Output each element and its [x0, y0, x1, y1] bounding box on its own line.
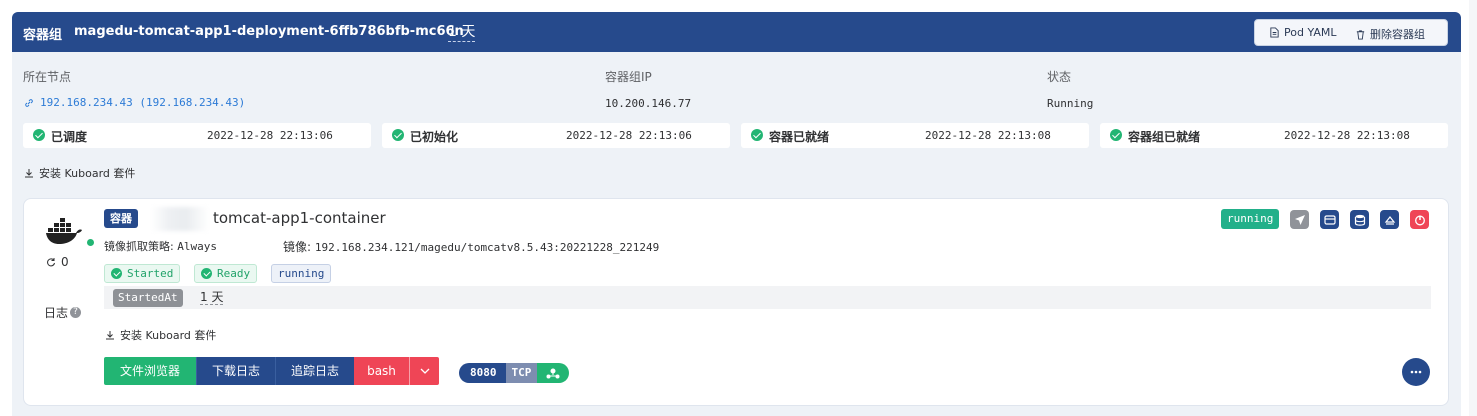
pod-name: magedu-tomcat-app1-deployment-6ffb786bfb… — [74, 24, 464, 39]
more-icon — [1410, 370, 1422, 374]
refresh-icon — [47, 258, 55, 267]
container-name: tomcat-app1-container — [213, 209, 386, 227]
install-kuboard-link[interactable]: 安装 Kuboard 套件 — [24, 165, 135, 181]
image-value: 192.168.234.121/magedu/tomcatv8.5.43:202… — [314, 241, 660, 254]
condition-name: 已初始化 — [410, 130, 459, 144]
node-link[interactable]: 192.168.234.43 (192.168.234.43) — [24, 96, 245, 109]
header-actions: Pod YAML 删除容器组 — [1254, 19, 1448, 46]
check-circle-icon — [33, 129, 45, 141]
port-map-button[interactable] — [537, 363, 570, 383]
port-badge: 8080 TCP — [459, 363, 570, 383]
pod-yaml-label: Pod YAML — [1284, 26, 1337, 39]
state-detail-row: StartedAt 1 天 — [104, 286, 1431, 309]
send-icon — [1294, 214, 1305, 225]
condition-scheduled: 已调度 2022-12-28 22:13:06 — [23, 123, 371, 148]
terminal-icon — [1323, 214, 1336, 225]
port-protocol: TCP — [505, 363, 538, 383]
mounts-button[interactable] — [1380, 210, 1399, 229]
check-circle-icon — [1110, 129, 1122, 141]
network-icon — [546, 368, 560, 378]
stop-container-button[interactable] — [1410, 210, 1429, 229]
condition-time: 2022-12-28 22:13:08 — [925, 129, 1051, 142]
delete-pod-button[interactable]: 删除容器组 — [1355, 26, 1425, 42]
logs-section-label: 日志 ? — [44, 304, 82, 321]
ready-tag: Ready — [194, 264, 258, 283]
started-tag: Started — [104, 264, 181, 283]
container-status-badge: running — [1221, 209, 1280, 229]
pod-header: 容器组 magedu-tomcat-app1-deployment-6ffb78… — [12, 12, 1461, 52]
trash-icon — [1356, 29, 1365, 40]
power-icon — [1414, 215, 1425, 225]
state-tag: running — [271, 264, 332, 283]
install-kuboard-label: 安装 Kuboard 套件 — [39, 167, 136, 180]
download-icon — [106, 331, 114, 340]
download-icon — [25, 169, 33, 178]
terminal-button[interactable] — [1320, 210, 1339, 229]
eject-icon — [1384, 215, 1395, 225]
node-label: 所在节点 — [23, 70, 72, 84]
pod-age[interactable]: 1 天 — [448, 23, 476, 42]
pod-panel: 容器组 magedu-tomcat-app1-deployment-6ffb78… — [12, 12, 1461, 416]
page-scrollbar[interactable] — [1469, 0, 1477, 416]
pull-policy: 镜像抓取策略: Always — [104, 238, 217, 254]
bash-button[interactable]: bash — [354, 357, 409, 385]
file-browser-button[interactable]: 文件浏览器 — [104, 357, 196, 385]
restart-count-value: 0 — [61, 255, 69, 269]
volumes-button[interactable] — [1350, 210, 1369, 229]
link-icon — [25, 98, 33, 107]
container-card: 0 日志 ? 容器 tomcat-app1-container 镜像抓取策略: … — [23, 198, 1449, 406]
delete-pod-label: 删除容器组 — [1370, 28, 1425, 41]
pod-yaml-icon — [1270, 27, 1279, 38]
status-value: Running — [1047, 97, 1094, 110]
database-icon — [1354, 214, 1365, 226]
state-key: StartedAt — [113, 289, 183, 307]
condition-name: 容器组已就绪 — [1128, 130, 1201, 144]
download-logs-button[interactable]: 下载日志 — [196, 357, 275, 385]
condition-pod-ready: 容器组已就绪 2022-12-28 22:13:08 — [1100, 123, 1448, 148]
docker-icon — [46, 218, 82, 244]
redacted-region — [151, 207, 209, 231]
node-value: 192.168.234.43 (192.168.234.43) — [40, 96, 246, 109]
restart-count: 0 — [46, 255, 69, 269]
pod-ip-value: 10.200.146.77 — [605, 97, 692, 110]
image: 镜像: 192.168.234.121/magedu/tomcatv8.5.43… — [283, 238, 659, 255]
logs-label: 日志 — [44, 306, 69, 320]
condition-initialized: 已初始化 2022-12-28 22:13:06 — [382, 123, 730, 148]
chevron-down-icon — [420, 368, 429, 374]
more-actions-button[interactable] — [1402, 358, 1430, 386]
condition-containers-ready: 容器已就绪 2022-12-28 22:13:08 — [741, 123, 1089, 148]
condition-time: 2022-12-28 22:13:06 — [207, 129, 333, 142]
shell-dropdown-button[interactable] — [409, 357, 439, 385]
tail-logs-button[interactable]: 追踪日志 — [275, 357, 354, 385]
check-circle-icon — [111, 268, 122, 279]
pod-kind-label: 容器组 — [23, 28, 63, 43]
pull-policy-value: Always — [177, 240, 217, 253]
condition-time: 2022-12-28 22:13:08 — [1284, 129, 1410, 142]
state-value[interactable]: 1 天 — [200, 290, 224, 305]
pull-policy-label: 镜像抓取策略: — [104, 240, 174, 253]
image-label: 镜像: — [283, 240, 312, 254]
port-number: 8080 — [459, 363, 506, 383]
check-circle-icon — [751, 129, 763, 141]
send-button[interactable] — [1290, 210, 1309, 229]
container-install-kuboard-label: 安装 Kuboard 套件 — [120, 329, 217, 342]
container-kind-tag: 容器 — [104, 209, 138, 228]
check-circle-icon — [201, 268, 212, 279]
pod-yaml-button[interactable]: Pod YAML — [1269, 26, 1336, 39]
ready-tag-label: Ready — [217, 267, 251, 280]
condition-name: 容器已就绪 — [769, 130, 830, 144]
container-action-bar: 文件浏览器 下载日志 追踪日志 bash — [104, 357, 439, 385]
condition-name: 已调度 — [51, 130, 88, 144]
running-dot — [87, 239, 94, 246]
status-label: 状态 — [1047, 70, 1072, 84]
started-tag-label: Started — [127, 267, 174, 280]
condition-time: 2022-12-28 22:13:06 — [566, 129, 692, 142]
question-icon[interactable]: ? — [70, 307, 82, 318]
container-install-kuboard-link[interactable]: 安装 Kuboard 套件 — [105, 327, 216, 343]
pod-ip-label: 容器组IP — [605, 70, 652, 84]
check-circle-icon — [392, 129, 404, 141]
